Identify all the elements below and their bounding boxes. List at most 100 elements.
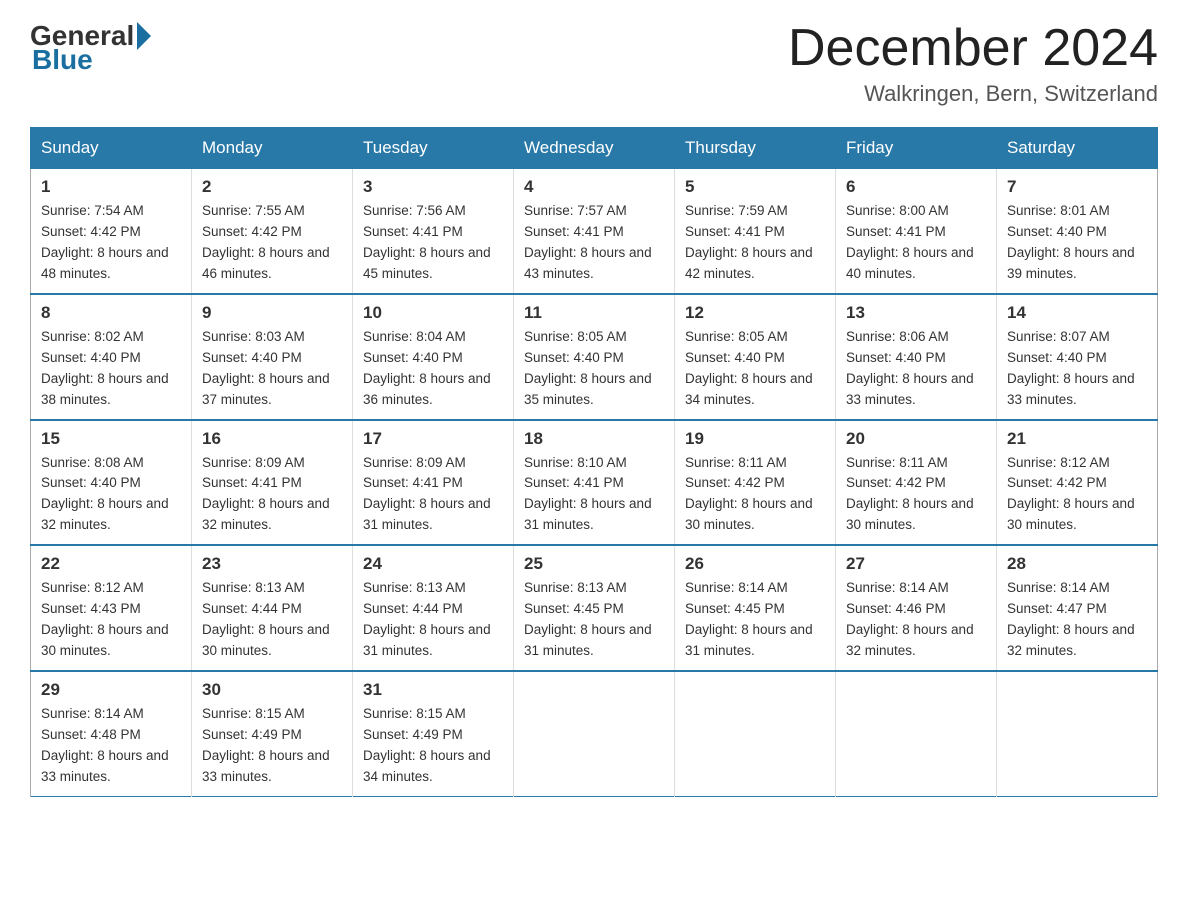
day-number: 22 <box>41 554 181 574</box>
calendar-cell: 15 Sunrise: 8:08 AMSunset: 4:40 PMDayligh… <box>31 420 192 546</box>
day-info: Sunrise: 8:09 AMSunset: 4:41 PMDaylight:… <box>363 453 503 537</box>
day-info: Sunrise: 8:10 AMSunset: 4:41 PMDaylight:… <box>524 453 664 537</box>
day-number: 17 <box>363 429 503 449</box>
header-day-saturday: Saturday <box>997 128 1158 169</box>
calendar-cell: 1 Sunrise: 7:54 AMSunset: 4:42 PMDaylight… <box>31 169 192 294</box>
day-info: Sunrise: 8:03 AMSunset: 4:40 PMDaylight:… <box>202 327 342 411</box>
day-info: Sunrise: 8:13 AMSunset: 4:44 PMDaylight:… <box>363 578 503 662</box>
calendar-cell <box>836 671 997 796</box>
calendar-cell: 16 Sunrise: 8:09 AMSunset: 4:41 PMDayligh… <box>192 420 353 546</box>
calendar-cell: 21Sunrise: 8:12 AMSunset: 4:42 PMDayligh… <box>997 420 1158 546</box>
calendar-cell: 28Sunrise: 8:14 AMSunset: 4:47 PMDayligh… <box>997 545 1158 671</box>
day-info: Sunrise: 8:02 AMSunset: 4:40 PMDaylight:… <box>41 327 181 411</box>
day-number: 15 <box>41 429 181 449</box>
calendar-cell: 25Sunrise: 8:13 AMSunset: 4:45 PMDayligh… <box>514 545 675 671</box>
day-info: Sunrise: 8:11 AMSunset: 4:42 PMDaylight:… <box>685 453 825 537</box>
calendar-cell: 8 Sunrise: 8:02 AMSunset: 4:40 PMDaylight… <box>31 294 192 420</box>
calendar-cell: 18 Sunrise: 8:10 AMSunset: 4:41 PMDayligh… <box>514 420 675 546</box>
calendar-cell: 6 Sunrise: 8:00 AMSunset: 4:41 PMDaylight… <box>836 169 997 294</box>
day-number: 19 <box>685 429 825 449</box>
day-info: Sunrise: 8:08 AMSunset: 4:40 PMDaylight:… <box>41 453 181 537</box>
calendar-cell: 24 Sunrise: 8:13 AMSunset: 4:44 PMDayligh… <box>353 545 514 671</box>
calendar-week-row: 15 Sunrise: 8:08 AMSunset: 4:40 PMDayligh… <box>31 420 1158 546</box>
calendar-week-row: 22Sunrise: 8:12 AMSunset: 4:43 PMDayligh… <box>31 545 1158 671</box>
calendar-cell: 29 Sunrise: 8:14 AMSunset: 4:48 PMDayligh… <box>31 671 192 796</box>
day-number: 14 <box>1007 303 1147 323</box>
calendar-cell <box>514 671 675 796</box>
day-number: 6 <box>846 177 986 197</box>
calendar-cell: 19 Sunrise: 8:11 AMSunset: 4:42 PMDayligh… <box>675 420 836 546</box>
day-info: Sunrise: 7:55 AMSunset: 4:42 PMDaylight:… <box>202 201 342 285</box>
calendar-cell: 13 Sunrise: 8:06 AMSunset: 4:40 PMDayligh… <box>836 294 997 420</box>
calendar-header-row: SundayMondayTuesdayWednesdayThursdayFrid… <box>31 128 1158 169</box>
day-number: 27 <box>846 554 986 574</box>
calendar-cell: 17 Sunrise: 8:09 AMSunset: 4:41 PMDayligh… <box>353 420 514 546</box>
day-info: Sunrise: 7:59 AMSunset: 4:41 PMDaylight:… <box>685 201 825 285</box>
day-number: 5 <box>685 177 825 197</box>
day-number: 18 <box>524 429 664 449</box>
day-number: 20 <box>846 429 986 449</box>
calendar-cell: 12Sunrise: 8:05 AMSunset: 4:40 PMDayligh… <box>675 294 836 420</box>
header-day-friday: Friday <box>836 128 997 169</box>
calendar-cell: 3 Sunrise: 7:56 AMSunset: 4:41 PMDaylight… <box>353 169 514 294</box>
day-info: Sunrise: 8:05 AMSunset: 4:40 PMDaylight:… <box>524 327 664 411</box>
month-title: December 2024 <box>788 20 1158 77</box>
day-info: Sunrise: 8:09 AMSunset: 4:41 PMDaylight:… <box>202 453 342 537</box>
day-info: Sunrise: 8:12 AMSunset: 4:42 PMDaylight:… <box>1007 453 1147 537</box>
header-day-monday: Monday <box>192 128 353 169</box>
day-info: Sunrise: 8:15 AMSunset: 4:49 PMDaylight:… <box>363 704 503 788</box>
day-number: 16 <box>202 429 342 449</box>
day-number: 8 <box>41 303 181 323</box>
calendar-cell: 9Sunrise: 8:03 AMSunset: 4:40 PMDaylight… <box>192 294 353 420</box>
day-number: 10 <box>363 303 503 323</box>
header-day-wednesday: Wednesday <box>514 128 675 169</box>
calendar-cell: 7 Sunrise: 8:01 AMSunset: 4:40 PMDaylight… <box>997 169 1158 294</box>
day-number: 29 <box>41 680 181 700</box>
calendar-cell: 10 Sunrise: 8:04 AMSunset: 4:40 PMDayligh… <box>353 294 514 420</box>
day-number: 31 <box>363 680 503 700</box>
calendar-cell: 23 Sunrise: 8:13 AMSunset: 4:44 PMDayligh… <box>192 545 353 671</box>
day-info: Sunrise: 8:13 AMSunset: 4:45 PMDaylight:… <box>524 578 664 662</box>
day-info: Sunrise: 8:14 AMSunset: 4:46 PMDaylight:… <box>846 578 986 662</box>
day-number: 26 <box>685 554 825 574</box>
day-number: 7 <box>1007 177 1147 197</box>
day-info: Sunrise: 8:04 AMSunset: 4:40 PMDaylight:… <box>363 327 503 411</box>
day-info: Sunrise: 7:54 AMSunset: 4:42 PMDaylight:… <box>41 201 181 285</box>
day-number: 30 <box>202 680 342 700</box>
page-header: General Blue December 2024 Walkringen, B… <box>30 20 1158 107</box>
day-info: Sunrise: 8:15 AMSunset: 4:49 PMDaylight:… <box>202 704 342 788</box>
calendar-table: SundayMondayTuesdayWednesdayThursdayFrid… <box>30 127 1158 796</box>
calendar-cell: 26 Sunrise: 8:14 AMSunset: 4:45 PMDayligh… <box>675 545 836 671</box>
calendar-cell: 27 Sunrise: 8:14 AMSunset: 4:46 PMDayligh… <box>836 545 997 671</box>
day-info: Sunrise: 8:07 AMSunset: 4:40 PMDaylight:… <box>1007 327 1147 411</box>
calendar-cell: 14 Sunrise: 8:07 AMSunset: 4:40 PMDayligh… <box>997 294 1158 420</box>
day-info: Sunrise: 7:57 AMSunset: 4:41 PMDaylight:… <box>524 201 664 285</box>
header-day-sunday: Sunday <box>31 128 192 169</box>
day-info: Sunrise: 8:14 AMSunset: 4:48 PMDaylight:… <box>41 704 181 788</box>
day-info: Sunrise: 8:00 AMSunset: 4:41 PMDaylight:… <box>846 201 986 285</box>
day-number: 4 <box>524 177 664 197</box>
logo-blue-text: Blue <box>32 44 93 75</box>
day-number: 23 <box>202 554 342 574</box>
day-info: Sunrise: 8:06 AMSunset: 4:40 PMDaylight:… <box>846 327 986 411</box>
logo: General Blue <box>30 20 154 76</box>
logo-arrow-icon <box>137 22 151 50</box>
day-number: 1 <box>41 177 181 197</box>
day-number: 3 <box>363 177 503 197</box>
location-text: Walkringen, Bern, Switzerland <box>788 81 1158 107</box>
calendar-cell: 30 Sunrise: 8:15 AMSunset: 4:49 PMDayligh… <box>192 671 353 796</box>
header-day-tuesday: Tuesday <box>353 128 514 169</box>
calendar-cell: 5 Sunrise: 7:59 AMSunset: 4:41 PMDaylight… <box>675 169 836 294</box>
day-number: 13 <box>846 303 986 323</box>
calendar-week-row: 8 Sunrise: 8:02 AMSunset: 4:40 PMDaylight… <box>31 294 1158 420</box>
day-info: Sunrise: 8:01 AMSunset: 4:40 PMDaylight:… <box>1007 201 1147 285</box>
calendar-cell: 22Sunrise: 8:12 AMSunset: 4:43 PMDayligh… <box>31 545 192 671</box>
day-info: Sunrise: 8:05 AMSunset: 4:40 PMDaylight:… <box>685 327 825 411</box>
day-info: Sunrise: 7:56 AMSunset: 4:41 PMDaylight:… <box>363 201 503 285</box>
title-section: December 2024 Walkringen, Bern, Switzerl… <box>788 20 1158 107</box>
day-info: Sunrise: 8:11 AMSunset: 4:42 PMDaylight:… <box>846 453 986 537</box>
day-info: Sunrise: 8:13 AMSunset: 4:44 PMDaylight:… <box>202 578 342 662</box>
day-info: Sunrise: 8:14 AMSunset: 4:45 PMDaylight:… <box>685 578 825 662</box>
calendar-cell: 11Sunrise: 8:05 AMSunset: 4:40 PMDayligh… <box>514 294 675 420</box>
day-number: 24 <box>363 554 503 574</box>
